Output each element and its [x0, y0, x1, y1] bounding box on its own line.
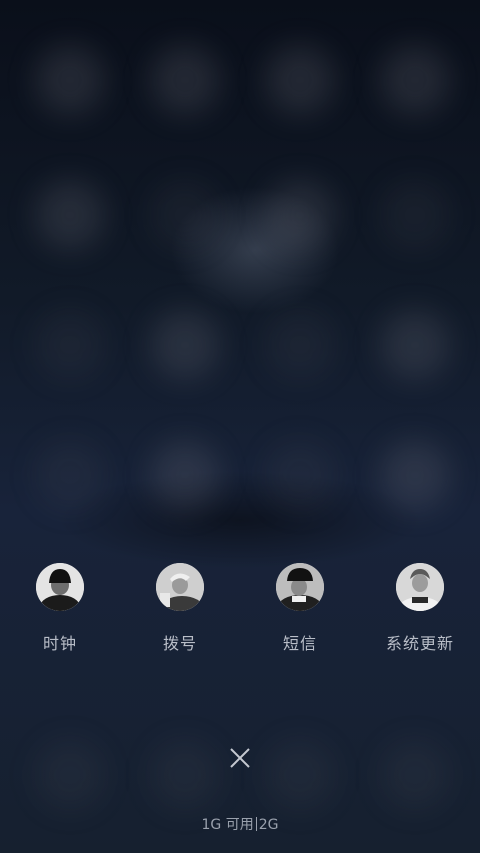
recent-app-clock[interactable]: 时钟 — [0, 560, 120, 654]
recent-apps-row: 时钟 拨号 短信 系统更新 — [0, 560, 480, 670]
memory-total: 2G — [258, 817, 279, 833]
person-beanie-photo-icon — [36, 563, 84, 611]
person-photo-icon — [396, 563, 444, 611]
clear-all-button[interactable] — [222, 740, 258, 776]
recent-apps-screen: 时钟 拨号 短信 系统更新 1G 可用 2G — [0, 0, 480, 853]
memory-status: 1G 可用 2G — [0, 814, 480, 834]
recent-app-label: 短信 — [282, 634, 317, 653]
recent-app-messages[interactable]: 短信 — [240, 560, 360, 654]
recent-app-label: 拨号 — [162, 634, 197, 653]
person-hat-photo-icon — [276, 563, 324, 611]
recent-app-label: 系统更新 — [385, 634, 454, 653]
close-icon — [230, 748, 250, 768]
memory-divider — [255, 817, 257, 831]
memory-available: 1G 可用 — [201, 817, 254, 833]
recent-app-system-update[interactable]: 系统更新 — [360, 560, 480, 654]
recent-app-dialer[interactable]: 拨号 — [120, 560, 240, 654]
person-photo-icon — [156, 563, 204, 611]
recent-app-label: 时钟 — [42, 634, 77, 653]
